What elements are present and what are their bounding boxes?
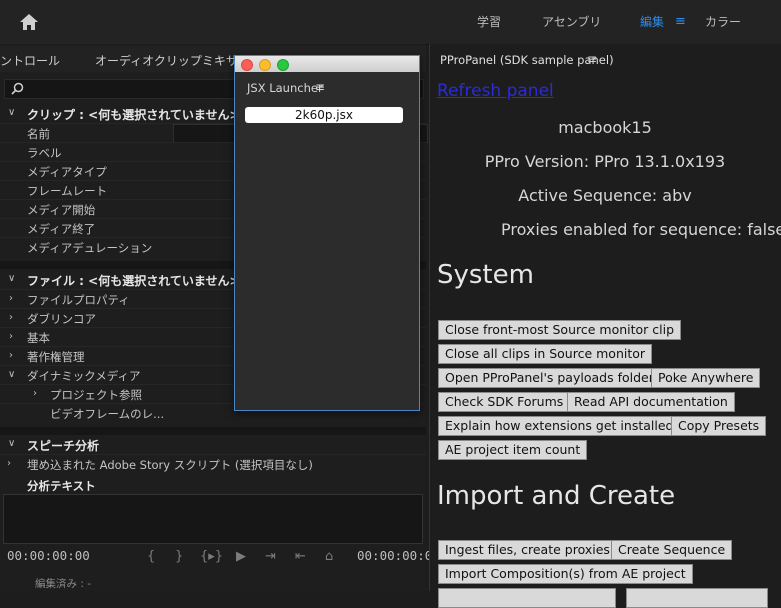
- ppro-version: PPro Version: PPro 13.1.0x193: [484, 152, 726, 171]
- dynamic-row-label: ビデオフレームのレ...: [50, 407, 165, 421]
- export-frame-icon[interactable]: ⌂: [325, 549, 333, 564]
- speech-section-chevron-icon[interactable]: ∨: [8, 438, 15, 449]
- file-row-label: ダブリンコア: [27, 312, 96, 326]
- chevron-right-icon: ›: [9, 293, 13, 304]
- insert-icon[interactable]: ⇥: [265, 549, 276, 564]
- window-titlebar[interactable]: [235, 56, 419, 72]
- file-row-label: ファイルプロパティ: [27, 293, 130, 307]
- workspace-tab-assembly[interactable]: アセンブリ: [542, 13, 601, 30]
- edited-status: 編集済み : -: [35, 578, 92, 590]
- cut-off-button[interactable]: [626, 588, 768, 608]
- close-source-clip-button[interactable]: Close front-most Source monitor clip: [438, 320, 682, 340]
- active-sequence: Active Sequence: abv: [518, 186, 692, 205]
- workspace-tab-color[interactable]: カラー: [705, 13, 741, 30]
- mark-in-icon[interactable]: {: [147, 549, 155, 564]
- zoom-window-button[interactable]: [277, 59, 289, 71]
- scroll-divider: [0, 427, 426, 435]
- chevron-right-icon: ›: [9, 312, 13, 323]
- workspace-menu-icon[interactable]: ≡: [675, 14, 686, 29]
- clip-section-chevron-icon[interactable]: ∨: [8, 107, 15, 118]
- file-section-heading: ファイル : <何も選択されていません>: [27, 274, 240, 288]
- play-icon[interactable]: ▶: [236, 549, 246, 564]
- clip-row-label: メディア終了: [27, 222, 96, 236]
- tab-effect-controls[interactable]: ントロール: [0, 52, 60, 69]
- version-line-wrap: PPro Version: PPro 13.1.0x193: [429, 152, 781, 171]
- refresh-panel-link[interactable]: Refresh panel: [437, 81, 554, 101]
- analysis-text-field[interactable]: [3, 494, 423, 544]
- clip-row-label: メディアデュレーション: [27, 241, 153, 255]
- speech-row-story-script[interactable]: › 埋め込まれた Adobe Story スクリプト (選択項目なし): [0, 454, 426, 474]
- home-icon[interactable]: [18, 11, 40, 33]
- close-all-clips-button[interactable]: Close all clips in Source monitor: [438, 344, 653, 364]
- minimize-window-button[interactable]: [259, 59, 271, 71]
- clip-row-label: 名前: [27, 127, 50, 141]
- clip-row-label: メディアタイプ: [27, 165, 107, 179]
- jsx-panel-title: JSX Launcher: [247, 81, 323, 95]
- clip-row-label: メディア開始: [27, 203, 96, 217]
- search-icon: [11, 82, 24, 95]
- explain-extensions-button[interactable]: Explain how extensions get installed: [438, 416, 681, 436]
- timecode-in[interactable]: 00:00:00:00: [7, 548, 90, 563]
- open-payloads-folder-button[interactable]: Open PProPanel's payloads folder: [438, 368, 661, 388]
- create-sequence-button[interactable]: Create Sequence: [611, 540, 733, 560]
- machine-name: macbook15: [558, 118, 652, 137]
- file-section-chevron-icon[interactable]: ∨: [8, 273, 15, 284]
- timecode-out[interactable]: 00:00:00:00: [357, 548, 440, 563]
- file-row-label: ダイナミックメディア: [27, 369, 141, 383]
- overwrite-icon[interactable]: ⇤: [295, 549, 306, 564]
- mark-out-icon[interactable]: }: [175, 549, 183, 564]
- machine-line-wrap: macbook15: [429, 118, 781, 137]
- speech-section-heading: スピーチ分析: [27, 439, 100, 453]
- import-create-heading: Import and Create: [437, 481, 676, 511]
- dynamic-row-label: プロジェクト参照: [50, 388, 142, 402]
- import-ae-comps-button[interactable]: Import Composition(s) from AE project: [438, 564, 693, 584]
- ingest-files-button[interactable]: Ingest files, create proxies: [438, 540, 617, 560]
- workspace-tab-editing[interactable]: 編集: [640, 13, 664, 30]
- speech-row-label: 埋め込まれた Adobe Story スクリプト (選択項目なし): [27, 458, 313, 472]
- poke-anywhere-button[interactable]: Poke Anywhere: [651, 368, 761, 388]
- copy-presets-button[interactable]: Copy Presets: [671, 416, 767, 436]
- close-window-button[interactable]: [241, 59, 253, 71]
- tab-audio-clip-mixer[interactable]: オーディオクリップミキサー: [95, 52, 250, 69]
- clip-row-label: ラベル: [27, 146, 62, 160]
- chevron-right-icon: ›: [9, 331, 13, 342]
- ae-project-count-button[interactable]: AE project item count: [438, 440, 588, 460]
- panel-menu-icon[interactable]: ≡: [315, 80, 325, 94]
- clip-row-label: フレームレート: [27, 184, 108, 198]
- sequence-line-wrap: Active Sequence: abv: [429, 186, 781, 205]
- analysis-text-label: 分析テキスト: [27, 479, 96, 493]
- read-api-docs-button[interactable]: Read API documentation: [567, 392, 735, 412]
- system-heading: System: [437, 260, 534, 290]
- go-to-in-icon[interactable]: {▸}: [200, 549, 223, 564]
- jsx-launcher-window: JSX Launcher ≡ 2k60p.jsx: [234, 55, 420, 411]
- chevron-right-icon: ›: [7, 458, 11, 469]
- cut-off-button[interactable]: [438, 588, 616, 608]
- check-sdk-forums-button[interactable]: Check SDK Forums: [438, 392, 571, 412]
- workspace-tab-learn[interactable]: 学習: [477, 13, 501, 30]
- clip-section-heading: クリップ : <何も選択されていません>: [27, 108, 240, 122]
- chevron-down-icon: ∨: [8, 369, 16, 380]
- file-row-label: 著作権管理: [27, 350, 85, 364]
- panel-menu-icon[interactable]: ≡: [587, 52, 597, 66]
- jsx-file-button[interactable]: 2k60p.jsx: [245, 107, 403, 123]
- chevron-right-icon: ›: [33, 388, 37, 399]
- proxies-status: Proxies enabled for sequence: false: [501, 220, 781, 239]
- file-row-label: 基本: [27, 331, 50, 345]
- chevron-right-icon: ›: [9, 350, 13, 361]
